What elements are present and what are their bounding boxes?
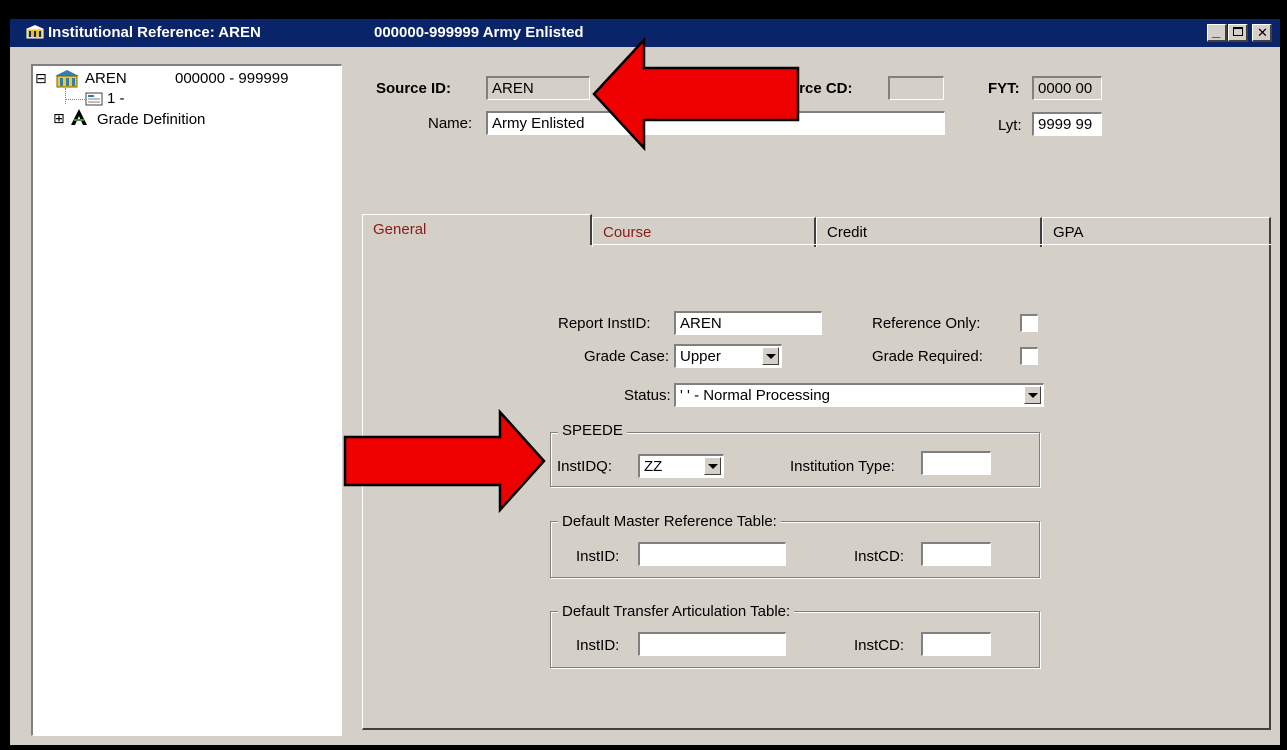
fyt-label: FYT:: [988, 80, 1020, 97]
tab-divider: [593, 244, 1271, 245]
chevron-down-icon[interactable]: [762, 347, 779, 365]
instidq-select[interactable]: ZZ: [638, 454, 724, 478]
tree-child-1[interactable]: 1 -: [107, 90, 125, 107]
status-value: ' ' - Normal Processing: [680, 387, 830, 404]
reference-only-label: Reference Only:: [872, 315, 981, 332]
tree-connector: [65, 99, 85, 101]
reference-only-checkbox[interactable]: [1020, 314, 1038, 332]
master-instid-label: InstID:: [576, 548, 620, 565]
master-instid-field[interactable]: [638, 542, 786, 566]
source-id-field[interactable]: AREN: [486, 76, 590, 100]
tab-general[interactable]: General: [362, 214, 592, 245]
source-id-label: Source ID:: [376, 80, 452, 97]
master-reference-group-title: Default Master Reference Table:: [558, 513, 781, 530]
speede-group-title: SPEEDE: [558, 422, 627, 439]
chevron-down-icon[interactable]: [1024, 386, 1041, 404]
lyt-field[interactable]: 9999 99: [1032, 112, 1102, 136]
transfer-articulation-group-title: Default Transfer Articulation Table:: [558, 603, 795, 620]
maximize-button[interactable]: [1228, 24, 1248, 42]
window-title: Institutional Reference: AREN: [48, 24, 261, 41]
tree-root-label[interactable]: AREN: [85, 70, 127, 87]
chevron-down-icon[interactable]: [704, 457, 721, 475]
collapse-icon[interactable]: ⊟: [35, 70, 47, 87]
transfer-instcd-label: InstCD:: [854, 637, 905, 654]
tree-connector: [65, 88, 67, 104]
building-icon: [26, 25, 44, 39]
transfer-instid-label: InstID:: [576, 637, 620, 654]
tab-general-label: General: [373, 221, 427, 238]
expand-icon[interactable]: ⊞: [53, 110, 65, 127]
status-label: Status:: [624, 387, 671, 404]
close-icon: ✕: [1257, 25, 1268, 40]
master-instcd-label: InstCD:: [854, 548, 905, 565]
grade-case-label: Grade Case:: [584, 348, 670, 365]
tree-child-grade-definition[interactable]: Grade Definition: [97, 111, 205, 128]
master-instcd-field[interactable]: [921, 542, 991, 566]
instidq-value: ZZ: [644, 458, 663, 475]
tab-course[interactable]: Course: [592, 217, 816, 247]
grade-definition-icon: [71, 109, 87, 125]
grade-case-value: Upper: [680, 348, 721, 365]
close-button[interactable]: ✕: [1252, 24, 1272, 42]
institution-icon: [55, 70, 79, 88]
arrow-annotation-icon: [592, 36, 800, 152]
report-instid-field[interactable]: AREN: [674, 311, 822, 335]
tab-gpa[interactable]: GPA: [1042, 217, 1271, 247]
document-icon: [85, 92, 103, 106]
status-select[interactable]: ' ' - Normal Processing: [674, 383, 1044, 407]
name-label: Name:: [428, 115, 473, 132]
source-cd-field[interactable]: [888, 76, 944, 100]
fyt-field[interactable]: 0000 00: [1032, 76, 1102, 100]
minimize-icon: _: [1212, 23, 1221, 40]
window-subtitle: 000000-999999 Army Enlisted: [374, 24, 584, 41]
transfer-instcd-field[interactable]: [921, 632, 991, 656]
tree-panel[interactable]: ⊟ AREN 000000 - 999999 1 - ⊞ Grade Defin…: [31, 64, 342, 736]
grade-required-label: Grade Required:: [872, 348, 983, 365]
grade-case-select[interactable]: Upper: [674, 344, 782, 368]
grade-required-checkbox[interactable]: [1020, 347, 1038, 365]
instidq-label: InstIDQ:: [557, 458, 613, 475]
tab-gpa-label: GPA: [1053, 224, 1084, 241]
institution-type-label: Institution Type:: [790, 458, 895, 475]
tab-credit-label: Credit: [827, 224, 868, 241]
tree-root-range: 000000 - 999999: [175, 70, 289, 87]
minimize-button[interactable]: _: [1207, 23, 1227, 42]
institution-type-field[interactable]: [921, 451, 991, 475]
report-instid-label: Report InstID:: [558, 315, 651, 332]
maximize-icon: [1233, 27, 1243, 36]
tab-course-label: Course: [603, 224, 652, 241]
lyt-label: Lyt:: [998, 117, 1022, 134]
arrow-annotation-icon: [343, 409, 546, 513]
transfer-instid-field[interactable]: [638, 632, 786, 656]
tab-credit[interactable]: Credit: [816, 217, 1042, 247]
